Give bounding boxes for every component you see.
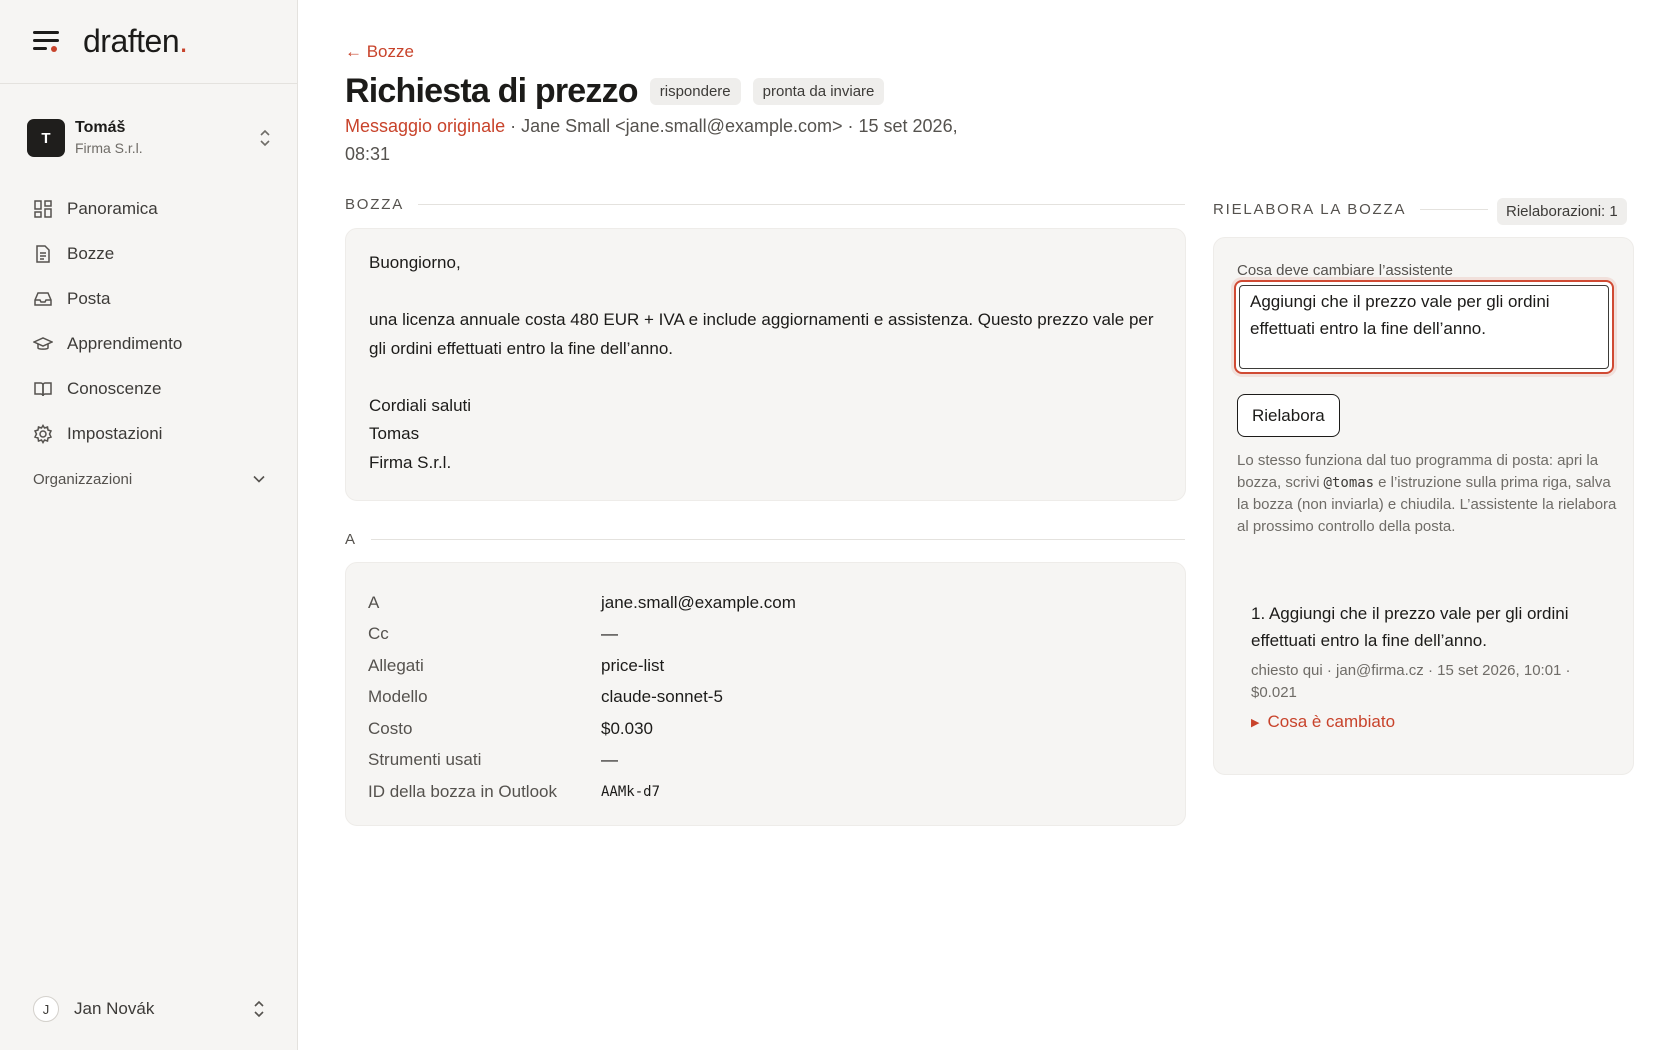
gear-icon: [33, 423, 53, 444]
draft-section-label: BOZZA: [345, 196, 405, 213]
inbox-icon: [34, 291, 52, 306]
account-switcher[interactable]: T Tomáš Firma S.r.l.: [27, 118, 273, 158]
document-icon: [36, 244, 50, 263]
details-row: Allegati price-list: [368, 650, 1088, 682]
brand-logo[interactable]: draften.: [83, 23, 188, 60]
account-name: Tomáš: [75, 119, 126, 136]
message-meta: Messaggio originale · Jane Small <jane.s…: [345, 112, 985, 168]
what-changed-toggle[interactable]: ▶ Cosa è cambiato: [1251, 712, 1611, 732]
details-row: Modello claude-sonnet-5: [368, 682, 1088, 714]
rework-instruction-input[interactable]: Aggiungi che il prezzo vale per gli ordi…: [1234, 280, 1614, 374]
graduation-cap-icon: [33, 336, 53, 350]
menu-logo-icon[interactable]: [33, 30, 59, 53]
organizations-toggle[interactable]: Organizzazioni: [33, 464, 265, 494]
main-content: ← Bozze Richiesta di prezzo rispondere p…: [345, 0, 1665, 1050]
nav-label: Posta: [67, 288, 111, 308]
chevron-up-down-icon: [257, 128, 273, 148]
details-panel: Ajane.small@example.com Cc — Allegati pric…: [345, 562, 1186, 826]
user-menu[interactable]: J Jan Novák: [33, 994, 265, 1024]
nav-label: Apprendimento: [67, 333, 183, 353]
chevron-down-icon: [253, 475, 265, 483]
details-value: —: [601, 750, 618, 770]
details-key: A: [368, 592, 380, 612]
what-changed-label: Cosa è cambiato: [1267, 712, 1396, 731]
status-badge-type: rispondere: [649, 78, 741, 105]
original-message-link[interactable]: Messaggio originale: [345, 116, 505, 136]
title-row: Richiesta di prezzo rispondere pronta da…: [345, 72, 885, 111]
rework-button[interactable]: Rielabora: [1237, 394, 1340, 437]
grid-icon: [34, 199, 52, 218]
details-value: —: [601, 624, 618, 644]
details-row: Ajane.small@example.com: [368, 587, 1088, 619]
details-row: ID della bozza in Outlook AAMk-d7: [368, 776, 1088, 808]
nav-label: Impostazioni: [67, 423, 163, 443]
nav-label: Bozze: [67, 243, 115, 263]
details-key: Strumenti usati: [368, 750, 482, 770]
nav-item-apprendimento[interactable]: Apprendimento: [23, 321, 275, 366]
details-value: $0.030: [601, 718, 653, 738]
book-icon: [34, 381, 52, 396]
history-title: 1. Aggiungi che il prezzo vale per gli o…: [1251, 604, 1569, 650]
brand-header: draften.: [0, 0, 297, 84]
details-key: Cc: [368, 624, 389, 644]
rework-section-label: RIELABORA LA BOZZA: [1213, 201, 1407, 218]
nav-item-panoramica[interactable]: Panoramica: [23, 186, 275, 231]
back-to-drafts-link[interactable]: ← Bozze: [345, 42, 414, 62]
recipient-section-header: A: [345, 531, 1185, 548]
rework-count-badge: Rielaborazioni: 1: [1497, 198, 1627, 225]
page-title: Richiesta di prezzo: [345, 72, 639, 110]
details-key: Costo: [368, 718, 413, 738]
nav-item-bozze[interactable]: Bozze: [23, 231, 275, 276]
history-meta: chiesto qui · jan@firma.cz · 15 set 2026…: [1251, 662, 1571, 701]
user-avatar: J: [33, 996, 59, 1022]
account-avatar: T: [27, 119, 65, 157]
draft-section-header: BOZZA: [345, 196, 1185, 213]
rework-help-text: Lo stesso funziona dal tuo programma di …: [1237, 450, 1617, 538]
details-row: Cc —: [368, 619, 1088, 651]
nav-item-impostazioni[interactable]: Impostazioni: [23, 411, 275, 456]
details-table: Ajane.small@example.com Cc — Allegati pric…: [368, 587, 1088, 808]
rework-panel: Cosa deve cambiare l’assistente Aggiungi…: [1213, 237, 1634, 775]
details-value: AAMk-d7: [601, 783, 661, 800]
details-key: ID della bozza in Outlook: [368, 781, 557, 801]
organizations-label: Organizzazioni: [33, 470, 133, 488]
nav-item-conoscenze[interactable]: Conoscenze: [23, 366, 275, 411]
details-key: Allegati: [368, 655, 424, 675]
rework-field-label: Cosa deve cambiare l’assistente: [1237, 262, 1453, 279]
status-badge-state: pronta da inviare: [752, 78, 885, 105]
details-key: Modello: [368, 687, 428, 707]
rework-instruction-value: Aggiungi che il prezzo vale per gli ordi…: [1250, 292, 1550, 338]
rework-history-item: 1. Aggiungi che il prezzo vale per gli o…: [1251, 600, 1611, 732]
draft-body-panel: Buongiorno, una licenza annuale costa 48…: [345, 228, 1186, 501]
details-value: price-list: [601, 655, 665, 675]
nav-label: Panoramica: [67, 198, 158, 218]
details-value: jane.small@example.com: [601, 592, 796, 612]
recipient-section-label: A: [345, 531, 357, 548]
sidebar: draften. T Tomáš Firma S.r.l. Panoramica…: [0, 0, 298, 1050]
user-name: Jan Novák: [74, 999, 155, 1018]
details-row: Costo $0.030: [368, 713, 1088, 745]
main-nav: Panoramica Bozze Posta Apprendimento Con…: [23, 186, 275, 456]
rework-section-header: RIELABORA LA BOZZA: [1213, 201, 1488, 218]
details-value: claude-sonnet-5: [601, 687, 723, 707]
help-code: @tomas: [1323, 475, 1375, 491]
account-org: Firma S.r.l.: [75, 140, 143, 156]
nav-label: Conoscenze: [67, 378, 162, 398]
draft-body: Buongiorno, una licenza annuale costa 48…: [369, 253, 1154, 472]
nav-item-posta[interactable]: Posta: [23, 276, 275, 321]
triangle-right-icon: ▶: [1251, 716, 1260, 729]
chevron-up-down-icon: [254, 1000, 264, 1018]
details-row: Strumenti usati —: [368, 745, 1088, 777]
